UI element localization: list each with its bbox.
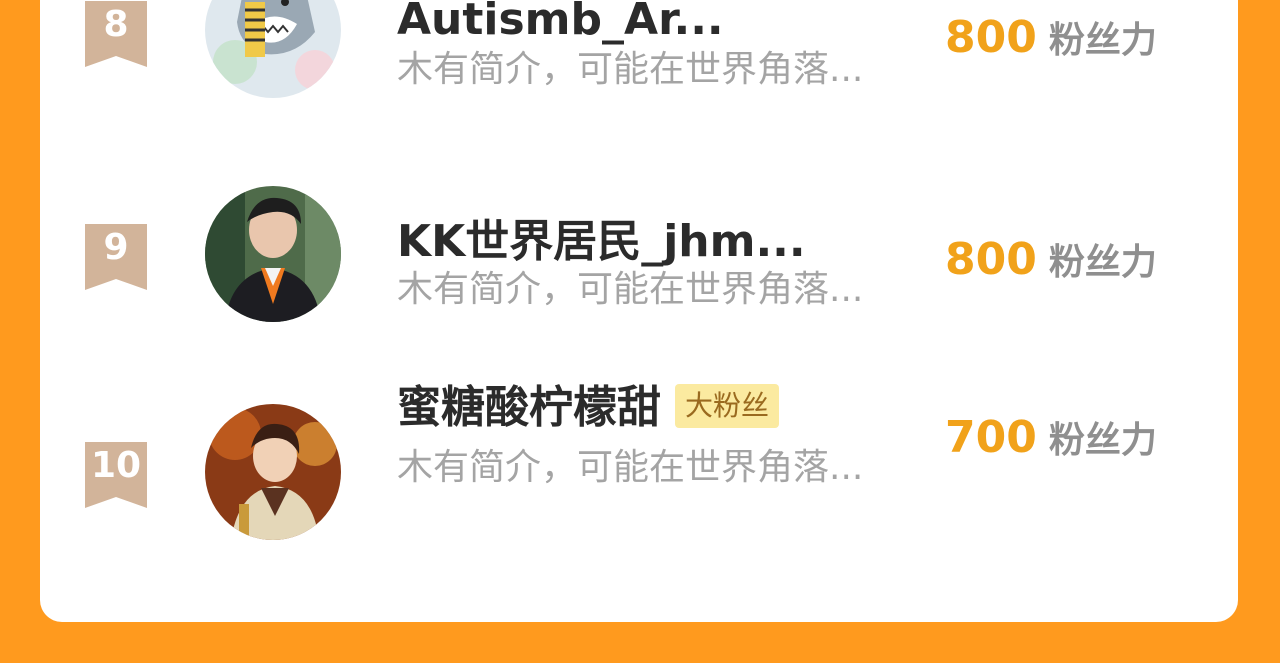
rank-number: 8: [103, 4, 129, 45]
fan-power-score: 800 粉丝力: [945, 12, 1157, 73]
score-value: 700: [945, 412, 1037, 463]
user-name[interactable]: Autismb_Ar...: [397, 0, 724, 46]
user-name-text: 蜜糖酸柠檬甜: [397, 382, 661, 433]
ranking-row[interactable]: 8 Autismb_Ar... 木有简介，可能在世界角落... 800 粉丝力: [40, 0, 1238, 120]
score-unit: 粉丝力: [1048, 420, 1157, 461]
rank-badge: 10: [85, 442, 147, 508]
score-value: 800: [945, 234, 1037, 285]
user-avatar[interactable]: [205, 404, 341, 540]
man-portrait-avatar-icon: [205, 186, 341, 322]
rank-number: 10: [90, 445, 142, 486]
rank-badge: 9: [85, 224, 147, 290]
anime-character-avatar-icon: [205, 404, 341, 540]
cartoon-shark-avatar-icon: [205, 0, 341, 98]
user-name[interactable]: 蜜糖酸柠檬甜 大粉丝: [397, 382, 780, 434]
score-unit: 粉丝力: [1048, 20, 1157, 61]
ranking-panel: 8 Autismb_Ar... 木有简介，可能在世界角落... 800 粉丝力: [40, 0, 1238, 622]
fan-power-score: 800 粉丝力: [945, 234, 1157, 295]
user-name[interactable]: KK世界居民_jhm...: [397, 216, 806, 268]
user-bio: 木有简介，可能在世界角落...: [397, 49, 864, 90]
ranking-row[interactable]: 9 KK世界居民_jhm... 木有简介，可能在世界角落... 800 粉丝力: [40, 176, 1238, 336]
rank-number: 9: [103, 227, 129, 268]
ranking-row[interactable]: 10 蜜糖酸柠檬甜 大粉丝 木有简介，可能在世界角落... 700 粉丝力: [40, 382, 1238, 554]
rank-badge: 8: [85, 1, 147, 67]
user-avatar[interactable]: [205, 0, 341, 98]
score-unit: 粉丝力: [1048, 242, 1157, 283]
score-value: 800: [945, 12, 1037, 63]
fan-power-score: 700 粉丝力: [945, 412, 1157, 473]
user-bio: 木有简介，可能在世界角落...: [397, 269, 864, 310]
user-avatar[interactable]: [205, 186, 341, 322]
fan-level-tag: 大粉丝: [675, 384, 780, 428]
user-bio: 木有简介，可能在世界角落...: [397, 447, 864, 488]
